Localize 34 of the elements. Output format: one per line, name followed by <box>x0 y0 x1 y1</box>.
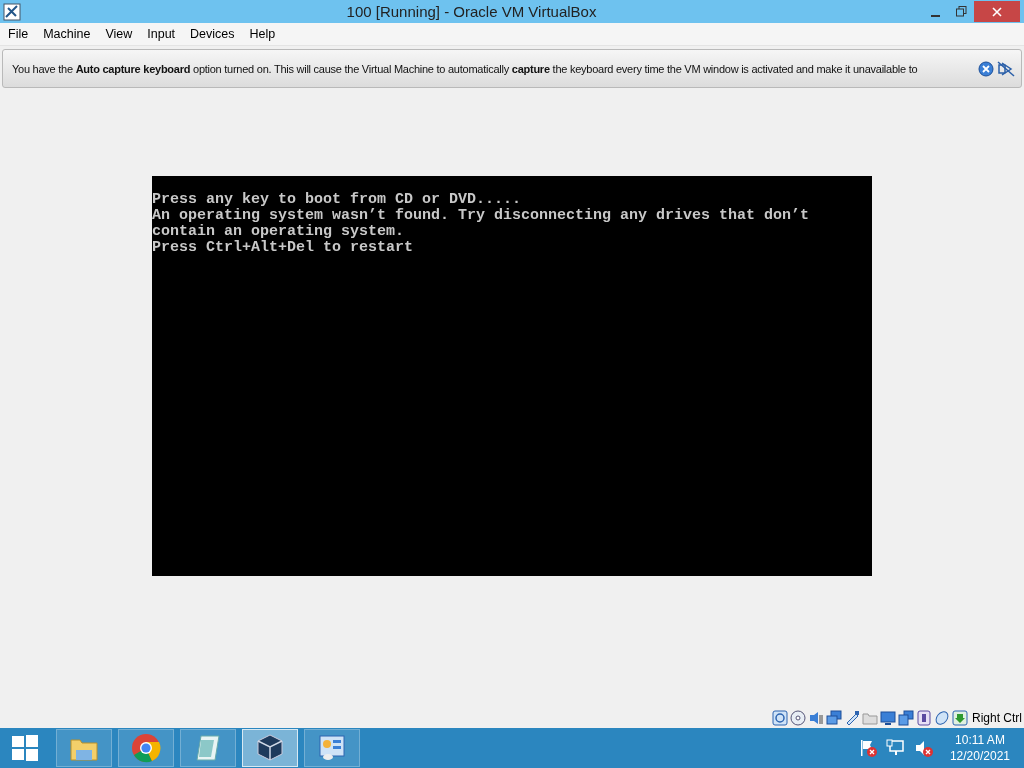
network-icon[interactable] <box>885 738 906 758</box>
console-line: Press any key to boot from CD or DVD..... <box>152 192 523 208</box>
usb-icon[interactable] <box>844 710 860 726</box>
minimize-icon <box>930 14 940 17</box>
clock-time[interactable]: 10:11 AM <box>955 732 1005 748</box>
disc-icon[interactable] <box>790 710 806 726</box>
windows-icon[interactable] <box>898 710 914 726</box>
host-key-label: Right Ctrl <box>972 711 1022 725</box>
window-title: 100 [Running] - Oracle VM VirtualBox <box>345 3 598 20</box>
app-icon <box>3 2 21 21</box>
restore-icon <box>955 6 967 17</box>
mute-icon[interactable] <box>997 60 1015 77</box>
menu-item[interactable]: Machine <box>37 25 97 43</box>
chip-icon[interactable] <box>916 710 932 726</box>
browser-icon <box>130 732 162 764</box>
mouse-icon[interactable] <box>934 710 950 726</box>
clock-date[interactable]: 12/20/2021 <box>949 748 1010 764</box>
display-icon[interactable] <box>880 710 896 726</box>
notice-message: You have the Auto capture keyboard option turned on. This will cause the Virtual Machine to automatically capture the keyboard every time the VM window is activated and make it unavailable to <box>12 62 919 75</box>
hard-disk-icon[interactable] <box>772 710 788 726</box>
console-line: An operating system wasn’t found. Try disconnecting any drives that don’t <box>152 208 811 224</box>
taskbar-button[interactable] <box>242 729 298 767</box>
close-icon <box>992 6 1002 17</box>
menu-item[interactable]: File <box>2 25 35 43</box>
audio-icon[interactable] <box>808 710 824 726</box>
menu-item[interactable]: Input <box>141 25 182 43</box>
console-line: Press Ctrl+Alt+Del to restart <box>152 240 415 256</box>
menu-item[interactable]: Devices <box>184 25 241 43</box>
menu-item[interactable]: Help <box>243 25 282 43</box>
console-line: contain an operating system. <box>152 224 406 240</box>
windows-logo-icon <box>11 734 39 762</box>
close-icon[interactable] <box>978 60 994 77</box>
network-icon[interactable] <box>826 710 842 726</box>
menu-item[interactable]: View <box>99 25 139 43</box>
